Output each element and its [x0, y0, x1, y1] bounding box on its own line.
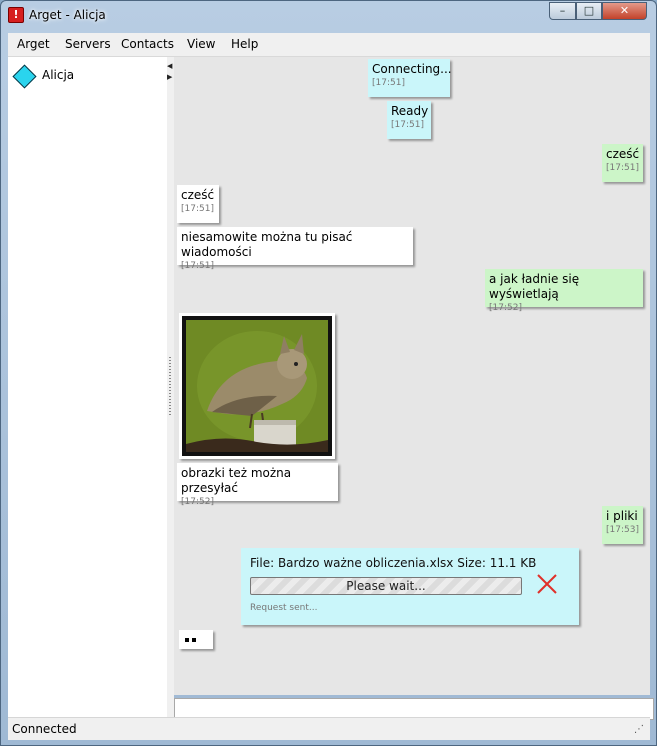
menu-help[interactable]: Help: [231, 37, 258, 51]
resize-grip-icon[interactable]: ⋰: [634, 724, 644, 735]
menu-view[interactable]: View: [187, 37, 215, 51]
message-text: i pliki: [606, 509, 638, 523]
message-text: niesamowite można tu pisać wiadomości: [181, 230, 353, 259]
contact-list: Alicja: [8, 57, 168, 717]
cyan-diamond-icon: [12, 64, 37, 89]
message-time: [17:51]: [372, 78, 405, 88]
file-transfer-card: File: Bardzo ważne obliczenia.xlsx Size:…: [241, 548, 579, 625]
app-window: ! Arget - Alicja – □ ✕ Arget Servers Con…: [0, 0, 657, 746]
bird-cat-photo: [182, 316, 332, 456]
menu-arget[interactable]: Arget: [17, 37, 50, 51]
typing-dots-icon: [192, 638, 196, 642]
file-info: File: Bardzo ważne obliczenia.xlsx Size:…: [250, 556, 537, 570]
contact-item-alicja[interactable]: Alicja: [12, 64, 162, 89]
message-bubble: cześć [17:51]: [602, 144, 643, 182]
message-time: [17:51]: [391, 120, 424, 130]
cancel-transfer-icon[interactable]: [535, 572, 559, 596]
status-bar: Connected ⋰: [8, 717, 650, 740]
message-time: [17:53]: [606, 525, 639, 535]
message-bubble: obrazki też można przesyłać [17:52]: [177, 463, 338, 507]
message-text: cześć: [181, 188, 215, 202]
arget-app-icon[interactable]: !: [8, 7, 24, 23]
maximize-button[interactable]: □: [576, 2, 602, 20]
typing-indicator: [179, 630, 213, 649]
minimize-button[interactable]: –: [549, 2, 576, 20]
message-time: [17:51]: [181, 204, 214, 214]
expand-right-icon[interactable]: ▶: [167, 73, 172, 81]
window-title: Arget - Alicja: [29, 8, 106, 22]
message-text: a jak ładnie się wyświetlają: [489, 272, 580, 301]
message-time: [17:52]: [181, 497, 214, 507]
message-text: cześć: [606, 147, 640, 161]
title-bar[interactable]: ! Arget - Alicja – □ ✕: [1, 1, 656, 31]
sidebar-splitter[interactable]: ◀ ▶: [167, 57, 174, 717]
typing-dots-icon: [185, 638, 189, 642]
message-bubble: i pliki [17:53]: [602, 506, 643, 544]
message-bubble: niesamowite można tu pisać wiadomości [1…: [177, 227, 413, 271]
message-text: obrazki też można przesyłać: [181, 466, 292, 495]
message-text: Ready: [391, 104, 429, 118]
menu-contacts[interactable]: Contacts: [121, 37, 174, 51]
image-message[interactable]: [179, 313, 335, 459]
message-time: [17:51]: [181, 261, 214, 271]
message-time: [17:52]: [489, 303, 522, 313]
menu-servers[interactable]: Servers: [65, 37, 111, 51]
message-text: Connecting...: [372, 62, 452, 76]
message-bubble: Ready [17:51]: [387, 101, 431, 139]
message-bubble: a jak ładnie się wyświetlają [17:52]: [485, 269, 643, 313]
menu-bar: Arget Servers Contacts View Help: [8, 33, 650, 57]
splitter-grip-icon[interactable]: [169, 357, 171, 417]
connection-status: Connected: [12, 722, 77, 736]
progress-label: Please wait...: [346, 579, 426, 593]
message-bubble: Connecting... [17:51]: [368, 59, 452, 97]
transfer-status: Request sent...: [250, 603, 318, 613]
message-time: [17:51]: [606, 163, 639, 173]
collapse-left-icon[interactable]: ◀: [167, 62, 172, 70]
contact-name: Alicja: [42, 68, 75, 82]
message-bubble: cześć [17:51]: [177, 185, 219, 223]
close-button[interactable]: ✕: [602, 2, 647, 20]
transfer-progress-bar: Please wait...: [250, 577, 522, 595]
